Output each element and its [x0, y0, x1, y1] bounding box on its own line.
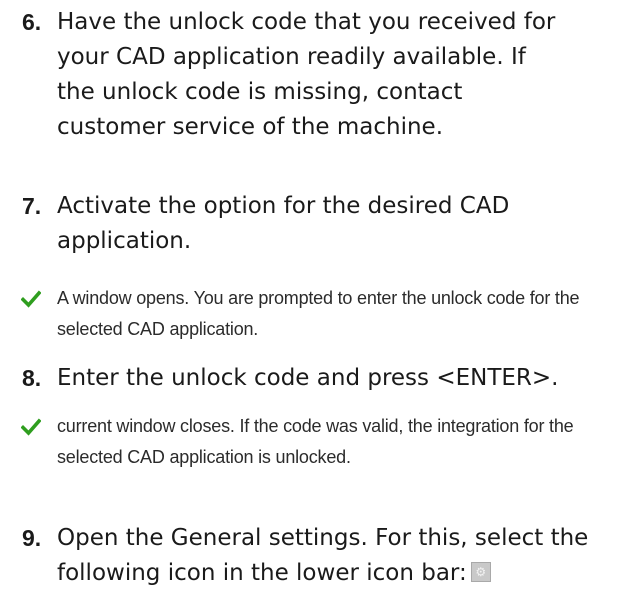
- result-text: A window opens. You are prompted to ente…: [57, 288, 580, 339]
- step-6: 6. Have the unlock code that you receive…: [0, 5, 621, 180]
- step-text: Enter the unlock code and press <ENTER>.: [57, 365, 559, 391]
- step-8: 8. Enter the unlock code and press <ENTE…: [0, 361, 621, 396]
- checkmark-icon: [21, 418, 41, 436]
- step-text-content: Open the General settings. For this, sel…: [57, 525, 589, 586]
- step-number: 7.: [22, 193, 42, 219]
- step-text: Activate the option for the desired CAD …: [57, 193, 510, 254]
- step-result: A window opens. You are prompted to ente…: [0, 283, 621, 345]
- step-number: 8.: [22, 365, 42, 391]
- checkmark-icon: [21, 290, 41, 308]
- step-text: Have the unlock code that you received f…: [57, 9, 556, 140]
- step-7: 7. Activate the option for the desired C…: [0, 189, 621, 259]
- step-text: Open the General settings. For this, sel…: [57, 521, 617, 591]
- step-9: 9. Open the General settings. For this, …: [0, 521, 621, 591]
- settings-gear-icon: ⚙: [470, 562, 491, 582]
- step-number: 6.: [22, 9, 42, 35]
- result-text: current window closes. If the code was v…: [57, 416, 574, 467]
- step-result: current window closes. If the code was v…: [0, 411, 621, 504]
- step-number: 9.: [22, 525, 42, 551]
